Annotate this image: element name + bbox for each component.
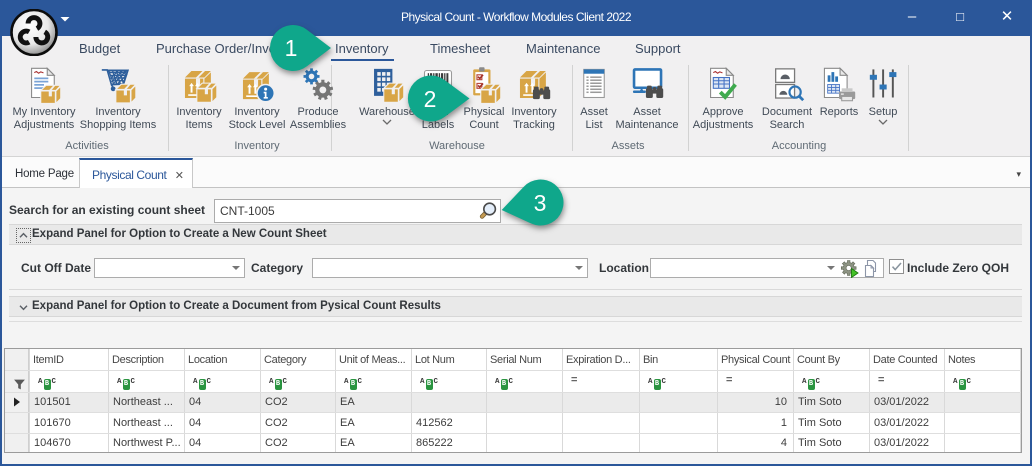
svg-text:3: 3 xyxy=(534,190,547,216)
